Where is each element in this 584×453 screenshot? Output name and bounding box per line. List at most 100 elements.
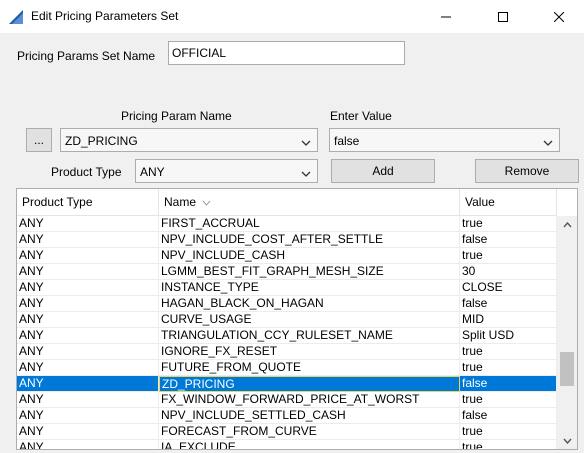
table-row[interactable]: ANY FUTURE_FROM_QUOTE true	[17, 360, 557, 376]
table-header: Product Type Name Value	[17, 189, 557, 216]
table-row[interactable]: ANY TRIANGULATION_CCY_RULESET_NAME Split U…	[17, 328, 557, 344]
cell-name[interactable]: LGMM_BEST_FIT_GRAPH_MESH_SIZE	[159, 264, 460, 280]
enter-value-dropdown[interactable]: false	[329, 128, 560, 152]
window-title: Edit Pricing Parameters Set	[31, 9, 179, 23]
cell-product-type[interactable]: ANY	[17, 360, 159, 376]
chevron-down-icon	[301, 136, 311, 150]
cell-product-type[interactable]: ANY	[17, 344, 159, 360]
cell-value[interactable]: 30	[460, 264, 557, 280]
table-row[interactable]: ANY CURVE_USAGE MID	[17, 312, 557, 328]
table-row[interactable]: ANY NPV_INCLUDE_SETTLED_CASH false	[17, 408, 557, 424]
param-name-dropdown[interactable]: ZD_PRICING	[60, 128, 318, 152]
column-header-value[interactable]: Value	[460, 189, 557, 216]
cell-value[interactable]: false	[460, 376, 557, 392]
cell-product-type[interactable]: ANY	[17, 264, 159, 280]
product-type-dropdown-value: ANY	[140, 165, 165, 179]
chevron-down-icon	[301, 167, 311, 181]
add-button[interactable]: Add	[331, 159, 435, 183]
table-row[interactable]: ANY LGMM_BEST_FIT_GRAPH_MESH_SIZE 30	[17, 264, 557, 280]
cell-value[interactable]: true	[460, 392, 557, 408]
cell-value[interactable]: false	[460, 408, 557, 424]
cell-value[interactable]: true	[460, 216, 557, 232]
app-icon	[8, 9, 24, 25]
chevron-down-icon	[543, 136, 553, 150]
cell-value[interactable]: false	[460, 296, 557, 312]
cell-name[interactable]: NPV_INCLUDE_COST_AFTER_SETTLE	[159, 232, 460, 248]
maximize-icon	[498, 11, 508, 22]
remove-button[interactable]: Remove	[475, 159, 579, 183]
cell-name[interactable]: FORECAST_FROM_CURVE	[159, 424, 460, 440]
product-type-dropdown[interactable]: ANY	[135, 159, 318, 183]
table-row[interactable]: ANY INSTANCE_TYPE CLOSE	[17, 280, 557, 296]
table-row[interactable]: ANY NPV_INCLUDE_CASH true	[17, 248, 557, 264]
table-row[interactable]: ANY NPV_INCLUDE_COST_AFTER_SETTLE false	[17, 232, 557, 248]
param-name-dropdown-value: ZD_PRICING	[65, 134, 138, 148]
cell-product-type[interactable]: ANY	[17, 312, 159, 328]
cell-product-type[interactable]: ANY	[17, 216, 159, 232]
cell-name[interactable]: TRIANGULATION_CCY_RULESET_NAME	[159, 328, 460, 344]
cell-value[interactable]: true	[460, 344, 557, 360]
close-icon	[554, 11, 564, 22]
table-row[interactable]: ANY IA_EXCLUDE true	[17, 440, 557, 449]
table-row[interactable]: ANY IGNORE_FX_RESET true	[17, 344, 557, 360]
cell-value[interactable]: CLOSE	[460, 280, 557, 296]
cell-product-type[interactable]: ANY	[17, 296, 159, 312]
table-row[interactable]: ANY HAGAN_BLACK_ON_HAGAN false	[17, 296, 557, 312]
cell-value[interactable]: false	[460, 232, 557, 248]
ellipsis-button[interactable]: ...	[26, 128, 52, 152]
cell-product-type[interactable]: ANY	[17, 280, 159, 296]
table-row[interactable]: ANY FIRST_ACCRUAL true	[17, 216, 557, 232]
cell-value[interactable]: true	[460, 360, 557, 376]
cell-value[interactable]: Split USD	[460, 328, 557, 344]
cell-name[interactable]: CURVE_USAGE	[159, 312, 460, 328]
chevron-down-icon	[562, 438, 572, 444]
sort-indicator-icon	[203, 200, 211, 206]
cell-product-type[interactable]: ANY	[17, 424, 159, 440]
cell-name[interactable]: FIRST_ACCRUAL	[159, 216, 460, 232]
cell-value[interactable]: true	[460, 440, 557, 449]
cell-name[interactable]: HAGAN_BLACK_ON_HAGAN	[159, 296, 460, 312]
vertical-scrollbar[interactable]	[557, 216, 577, 449]
column-header-name[interactable]: Name	[159, 189, 460, 216]
title-bar: Edit Pricing Parameters Set	[0, 0, 584, 33]
close-button[interactable]	[536, 0, 582, 33]
set-name-field[interactable]: OFFICIAL	[168, 41, 405, 65]
cell-name[interactable]: IGNORE_FX_RESET	[159, 344, 460, 360]
cell-product-type[interactable]: ANY	[17, 392, 159, 408]
column-header-product-type[interactable]: Product Type	[17, 189, 159, 216]
cell-name[interactable]: FUTURE_FROM_QUOTE	[159, 360, 460, 376]
cell-product-type[interactable]: ANY	[17, 232, 159, 248]
cell-name[interactable]: NPV_INCLUDE_CASH	[159, 248, 460, 264]
cell-name[interactable]: NPV_INCLUDE_SETTLED_CASH	[159, 408, 460, 424]
chevron-up-icon	[562, 221, 572, 227]
product-type-label: Product Type	[51, 165, 122, 179]
table-body: ANY FIRST_ACCRUAL true ANY NPV_INCLUDE_COST_…	[17, 216, 557, 449]
minimize-button[interactable]	[423, 0, 469, 33]
cell-product-type[interactable]: ANY	[17, 376, 159, 392]
minimize-icon	[441, 16, 451, 17]
table-row[interactable]: ANY FORECAST_FROM_CURVE true	[17, 424, 557, 440]
params-table: Product Type Name Value ANY FIRST_ACCRUAL…	[16, 188, 578, 450]
table-row[interactable]: ANY ZD_PRICING false	[17, 376, 557, 392]
cell-product-type[interactable]: ANY	[17, 328, 159, 344]
param-name-label: Pricing Param Name	[121, 109, 232, 123]
enter-value-dropdown-value: false	[334, 134, 360, 148]
cell-name[interactable]: IA_EXCLUDE	[159, 440, 460, 449]
cell-product-type[interactable]: ANY	[17, 440, 159, 449]
cell-value[interactable]: true	[460, 248, 557, 264]
cell-product-type[interactable]: ANY	[17, 248, 159, 264]
scroll-thumb[interactable]	[560, 351, 574, 386]
set-name-label: Pricing Params Set Name	[17, 49, 156, 63]
cell-value[interactable]: true	[460, 424, 557, 440]
maximize-button[interactable]	[480, 0, 526, 33]
scroll-down-button[interactable]	[557, 432, 577, 449]
cell-name[interactable]: INSTANCE_TYPE	[159, 280, 460, 296]
enter-value-label: Enter Value	[330, 109, 392, 123]
cell-name[interactable]: FX_WINDOW_FORWARD_PRICE_AT_WORST	[159, 392, 460, 408]
table-row[interactable]: ANY FX_WINDOW_FORWARD_PRICE_AT_WORST true	[17, 392, 557, 408]
scroll-up-button[interactable]	[557, 216, 577, 233]
cell-value[interactable]: MID	[460, 312, 557, 328]
header-corner	[557, 189, 577, 216]
cell-product-type[interactable]: ANY	[17, 408, 159, 424]
cell-name[interactable]: ZD_PRICING	[159, 376, 460, 392]
